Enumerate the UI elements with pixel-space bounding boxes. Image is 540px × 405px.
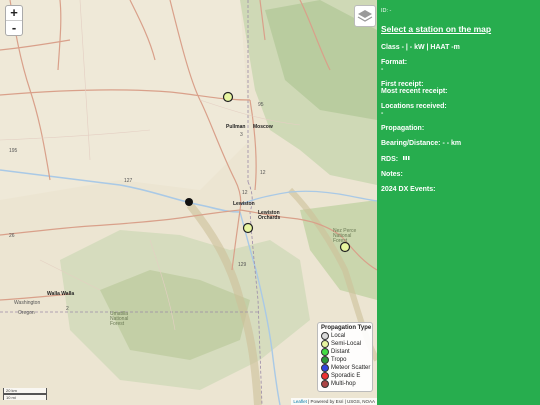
- current-location-marker[interactable]: [185, 198, 193, 206]
- layers-icon: [357, 10, 373, 22]
- legend-label: Semi-Local: [331, 341, 362, 347]
- legend-label: Tropo: [331, 357, 347, 363]
- place-label-lewiston: Lewiston: [233, 201, 255, 207]
- attribution-text: | Powered by Esri | USGS, NOAA: [306, 399, 375, 404]
- legend-label: Distant: [331, 349, 350, 355]
- scale-bar: 20 km 10 mi: [3, 388, 47, 400]
- route-label: 12: [260, 170, 266, 176]
- recent-receipt-label: Most recent receipt:: [381, 88, 448, 95]
- station-id: ID: -: [381, 8, 392, 14]
- layers-button[interactable]: [354, 5, 376, 27]
- first-receipt-label: First receipt:: [381, 81, 424, 88]
- legend-label: Meteor Scatter: [331, 365, 371, 371]
- region-label-umatilla: Umatilla National Forest: [110, 311, 129, 327]
- propagation-label: Propagation:: [381, 125, 425, 132]
- notes-label: Notes:: [381, 171, 403, 178]
- place-label-moscow: Moscow: [253, 124, 273, 130]
- zoom-out-button[interactable]: -: [6, 20, 22, 35]
- region-label-oregon: Oregon: [18, 310, 35, 316]
- legend-item: Tropo: [321, 356, 369, 364]
- region-label-washington: Washington: [14, 300, 41, 306]
- place-label-walla-walla: Walla Walla: [47, 291, 75, 297]
- station-marker[interactable]: [222, 91, 234, 103]
- legend-item: Sporadic E: [321, 372, 369, 380]
- scale-mi: 10 mi: [3, 394, 47, 400]
- legend-swatch: [321, 356, 329, 364]
- route-label: 195: [9, 148, 18, 154]
- rds-label: RDS:: [381, 155, 399, 163]
- legend-title: Propagation Type: [321, 325, 372, 331]
- dx-events-label: 2024 DX Events:: [381, 186, 436, 193]
- legend-swatch: [321, 364, 329, 372]
- format-value: -: [381, 66, 384, 73]
- place-label-lewiston-orchards: Lewiston Orchards: [258, 210, 281, 221]
- route-label: 95: [258, 102, 264, 108]
- zoom-in-button[interactable]: +: [6, 6, 22, 20]
- station-info-panel: ID: - Select a station on the map Class …: [377, 0, 540, 405]
- map[interactable]: + - Pullman Moscow Lewiston Lewiston Orc…: [0, 0, 377, 405]
- legend-swatch: [321, 348, 329, 356]
- zoom-control: + -: [5, 5, 23, 36]
- legend-item: Meteor Scatter: [321, 364, 371, 372]
- locations-label: Locations received:: [381, 103, 447, 110]
- legend-item: Multi-hop: [321, 380, 369, 388]
- legend-item: Distant: [321, 348, 369, 356]
- route-label: 129: [238, 262, 247, 268]
- select-station-link[interactable]: Select a station on the map: [381, 24, 536, 34]
- route-label: 127: [124, 178, 133, 184]
- locations-value: -: [381, 110, 384, 117]
- rds-icon: [403, 155, 410, 163]
- station-class: Class - | - kW | HAAT -m: [381, 44, 460, 51]
- format-label: Format:: [381, 59, 408, 66]
- station-marker[interactable]: [242, 222, 254, 234]
- bearing-distance: Bearing/Distance: - - km: [381, 140, 462, 147]
- propagation-legend: Propagation Type Local Semi-Local Distant T…: [317, 322, 373, 392]
- legend-item: Semi-Local: [321, 340, 369, 348]
- map-attribution: Leaflet | Powered by Esri | USGS, NOAA: [291, 398, 377, 405]
- route-label: 26: [9, 233, 15, 239]
- legend-label: Multi-hop: [331, 381, 356, 387]
- rds-row: RDS:: [381, 155, 536, 163]
- legend-label: Local: [331, 333, 346, 339]
- legend-swatch: [321, 340, 329, 348]
- legend-item: Local: [321, 332, 369, 340]
- leaflet-link[interactable]: Leaflet: [293, 399, 307, 404]
- region-label-nez-perce: Nez Perce National Forest: [333, 228, 357, 244]
- place-label-pullman: Pullman: [226, 124, 246, 130]
- legend-swatch: [321, 372, 329, 380]
- route-label: 3: [240, 132, 243, 138]
- route-label: 12: [242, 190, 248, 196]
- legend-swatch: [321, 380, 329, 388]
- legend-label: Sporadic E: [331, 373, 361, 379]
- legend-swatch: [321, 332, 329, 340]
- route-label: 2: [66, 306, 69, 312]
